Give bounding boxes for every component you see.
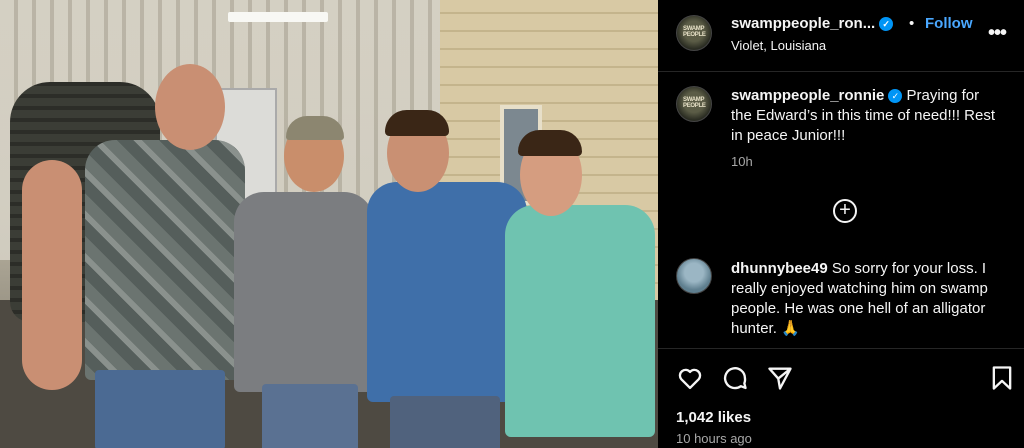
send-icon[interactable] (766, 364, 794, 392)
likes-count[interactable]: 1,042 likes (676, 409, 751, 426)
teal-shirt (505, 205, 655, 437)
comment: dhunnybee49 So sorry for your loss. I re… (731, 259, 1011, 339)
arm (22, 160, 82, 390)
more-options-icon[interactable]: ••• (988, 22, 1007, 45)
caption-avatar[interactable]: SWAMP PEOPLE (676, 86, 712, 122)
heart-icon[interactable] (676, 364, 704, 392)
ceiling-light (228, 12, 328, 22)
author-username[interactable]: swamppeople_ron... ✓ (731, 15, 894, 32)
verified-icon: ✓ (879, 17, 894, 31)
head (155, 64, 225, 150)
hair (518, 130, 582, 156)
jeans (95, 370, 225, 448)
plus-circle-icon[interactable]: + (833, 199, 857, 223)
comment-icon[interactable] (721, 364, 749, 392)
post-location[interactable]: Violet, Louisiana (731, 38, 826, 53)
post-timestamp: 10 hours ago (676, 431, 752, 446)
action-bar: 1,042 likes 10 hours ago (658, 348, 1024, 448)
camo-shirt (85, 140, 245, 380)
blue-shirt (367, 182, 527, 402)
commenter-avatar[interactable] (676, 258, 712, 294)
jeans (390, 396, 500, 448)
post-photo[interactable] (0, 0, 658, 448)
follow-button[interactable]: Follow (925, 15, 973, 32)
verified-icon: ✓ (888, 89, 903, 103)
caption-username[interactable]: swamppeople_ronnie (731, 87, 884, 104)
comment-username[interactable]: dhunnybee49 (731, 260, 828, 277)
post-side-panel: SWAMP PEOPLE swamppeople_ron... ✓ • Follo… (658, 0, 1024, 448)
hair (385, 110, 449, 136)
post-header: SWAMP PEOPLE swamppeople_ron... ✓ • Follo… (658, 0, 1024, 72)
caption-time: 10h (731, 154, 753, 169)
author-username-text[interactable]: swamppeople_ron... (731, 15, 875, 32)
author-avatar[interactable]: SWAMP PEOPLE (676, 15, 712, 51)
bookmark-icon[interactable] (988, 364, 1016, 392)
jeans (262, 384, 358, 448)
avatar-logo-text: SWAMP PEOPLE (683, 26, 706, 38)
avatar-logo-text: SWAMP PEOPLE (683, 97, 706, 109)
separator-dot: • (909, 15, 915, 32)
gray-shirt (234, 192, 374, 392)
post-caption: swamppeople_ronnie ✓ Praying for the Edwa… (731, 86, 1001, 146)
cap (286, 116, 344, 140)
